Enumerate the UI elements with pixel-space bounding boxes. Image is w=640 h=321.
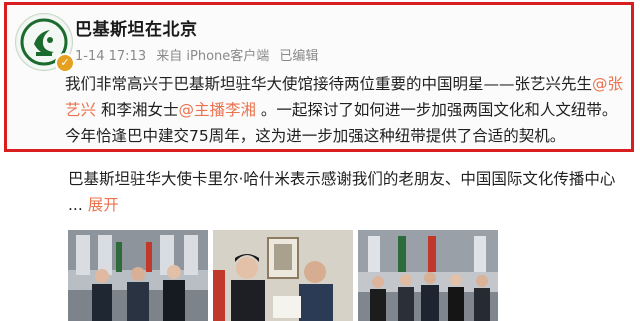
post-time[interactable]: 1-14 17:13 <box>75 49 146 64</box>
post-source: 来自 iPhone客户端 <box>156 49 270 64</box>
mention-li-xiang[interactable]: @主播李湘 <box>178 101 256 119</box>
account-name[interactable]: 巴基斯坦在北京 <box>75 15 198 40</box>
verified-badge-icon: ✓ <box>55 53 75 73</box>
expand-link[interactable]: 展开 <box>88 196 119 214</box>
post-meta: 1-14 17:13 来自 iPhone客户端 已编辑 <box>75 45 324 64</box>
second-post-body: 巴基斯坦驻华大使卡里尔·哈什米表示感谢我们的老朋友、中国国际文化传播中心 <box>68 170 616 188</box>
second-post-text: 巴基斯坦驻华大使卡里尔·哈什米表示感谢我们的老朋友、中国国际文化传播中心 ...… <box>68 166 633 218</box>
photo-thumbnail-1[interactable] <box>68 230 208 321</box>
edited-label[interactable]: 已编辑 <box>279 49 318 64</box>
photo-1-image <box>68 230 208 321</box>
highlighted-post: ✓ 巴基斯坦在北京 1-14 17:13 来自 iPhone客户端 已编辑 我们… <box>4 2 634 152</box>
photo-3-image <box>358 230 498 321</box>
post-text: 我们非常高兴于巴基斯坦驻华大使馆接待两位重要的中国明星——张艺兴先生@张艺兴 和… <box>65 71 625 149</box>
post-text-mid: 和李湘女士 <box>96 101 179 119</box>
post-text-intro: 我们非常高兴于巴基斯坦驻华大使馆接待两位重要的中国明星——张艺兴先生 <box>65 75 593 93</box>
photo-thumbnail-3[interactable] <box>358 230 498 321</box>
photo-thumbnail-2[interactable] <box>213 230 353 321</box>
photo-2-image <box>213 230 353 321</box>
second-post-ellipsis: ... <box>68 196 83 214</box>
